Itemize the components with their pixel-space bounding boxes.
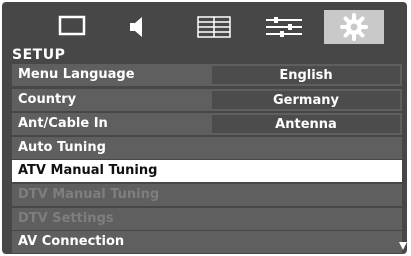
tab-channel-list[interactable] bbox=[184, 10, 244, 44]
menu-item-auto-tuning[interactable]: Auto Tuning bbox=[12, 137, 402, 159]
menu-item-atv-manual-tuning[interactable]: ATV Manual Tuning bbox=[12, 160, 402, 182]
tab-sound[interactable] bbox=[106, 10, 166, 44]
menu-item-value: Antenna bbox=[212, 115, 400, 133]
menu-item-label: DTV Manual Tuning bbox=[18, 187, 160, 202]
menu-tab-bar bbox=[2, 2, 407, 46]
menu-item-label: Menu Language bbox=[18, 67, 135, 82]
preferences-icon bbox=[266, 17, 302, 37]
menu-item-label: ATV Manual Tuning bbox=[18, 163, 158, 178]
menu-item-menu-language[interactable]: Menu Language English bbox=[12, 64, 402, 86]
tab-setup[interactable] bbox=[324, 10, 384, 44]
menu-item-label: Auto Tuning bbox=[18, 140, 106, 155]
menu-item-dtv-settings: DTV Settings bbox=[12, 208, 402, 230]
picture-icon bbox=[58, 15, 86, 36]
tv-menu-screen: SETUP Menu Language English Country Germ… bbox=[2, 2, 407, 254]
menu-item-value: Germany bbox=[212, 91, 400, 109]
menu-item-label: DTV Settings bbox=[18, 211, 114, 226]
menu-item-country[interactable]: Country Germany bbox=[12, 89, 402, 111]
scroll-down-icon[interactable] bbox=[399, 242, 407, 250]
menu-item-av-connection[interactable]: AV Connection bbox=[12, 231, 402, 253]
channel-list-icon bbox=[197, 16, 231, 38]
tab-picture[interactable] bbox=[42, 10, 102, 44]
menu-item-value: English bbox=[212, 66, 400, 84]
menu-item-label: AV Connection bbox=[18, 234, 125, 249]
menu-item-ant-cable-in[interactable]: Ant/Cable In Antenna bbox=[12, 113, 402, 135]
tab-preferences[interactable] bbox=[254, 10, 314, 44]
sound-icon bbox=[130, 17, 142, 37]
menu-item-dtv-manual-tuning: DTV Manual Tuning bbox=[12, 184, 402, 206]
menu-title: SETUP bbox=[12, 47, 66, 63]
setup-gear-icon bbox=[340, 13, 368, 41]
menu-item-label: Ant/Cable In bbox=[18, 116, 108, 131]
menu-item-label: Country bbox=[18, 92, 77, 107]
